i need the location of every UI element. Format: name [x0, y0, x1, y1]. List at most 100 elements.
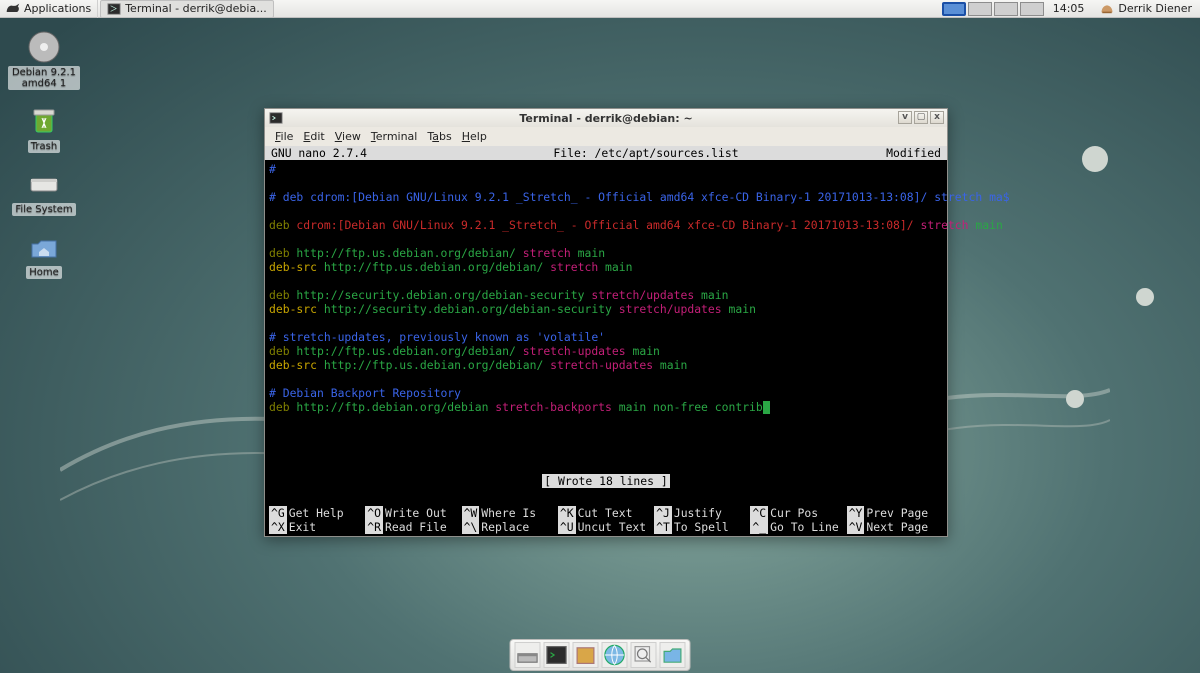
nano-line: deb cdrom:[Debian GNU/Linux 9.2.1 _Stret…: [269, 218, 943, 232]
menu-edit[interactable]: Edit: [299, 129, 328, 144]
menu-help[interactable]: Help: [458, 129, 491, 144]
shortcut-key: ^C: [750, 506, 768, 520]
shortcut-key: ^W: [462, 506, 480, 520]
nano-file: File: /etc/apt/sources.list: [445, 146, 847, 160]
menu-view[interactable]: View: [331, 129, 365, 144]
dock-directory[interactable]: [660, 642, 686, 668]
nano-shortcut: ^T To Spell: [654, 520, 750, 534]
shortcut-label: Next Page: [866, 520, 928, 534]
desktop-icon-label: File System: [12, 203, 75, 216]
menubar: File Edit View Terminal Tabs Help: [265, 127, 947, 146]
dock-show-desktop[interactable]: [515, 642, 541, 668]
shortcut-label: Go To Line: [770, 520, 839, 534]
nano-shortcut: ^Y Prev Page: [847, 506, 943, 520]
dock-appfinder[interactable]: [631, 642, 657, 668]
dock-file-manager[interactable]: [573, 642, 599, 668]
shortcut-label: Exit: [289, 520, 316, 534]
drive-icon: [27, 167, 61, 201]
desktop-icons: Debian 9.2.1 amd64 1 Trash File System H…: [8, 30, 80, 279]
desktop-icon-label: Debian 9.2.1 amd64 1: [8, 66, 80, 90]
shortcut-key: ^J: [654, 506, 672, 520]
taskbar-item-terminal[interactable]: ＞ Terminal - derrik@debia...: [100, 0, 274, 18]
shortcut-key: ^\: [462, 520, 480, 534]
workspace-4[interactable]: [1020, 2, 1044, 16]
user-menu[interactable]: Derrik Diener: [1092, 2, 1200, 15]
nano-shortcut: ^G Get Help: [269, 506, 365, 520]
search-icon: [632, 643, 656, 667]
shortcut-key: ^X: [269, 520, 287, 534]
shortcut-key: ^T: [654, 520, 672, 534]
nano-shortcut: ^W Where Is: [462, 506, 558, 520]
applications-menu[interactable]: Applications: [0, 0, 98, 18]
nano-shortcut: ^O Write Out: [365, 506, 461, 520]
shortcut-key: ^K: [558, 506, 576, 520]
dock-terminal[interactable]: [544, 642, 570, 668]
titlebar[interactable]: Terminal - derrik@debian: ~ v ▢ x: [265, 109, 947, 127]
maximize-button[interactable]: ▢: [914, 111, 928, 124]
shortcut-label: Justify: [674, 506, 722, 520]
shortcut-key: ^G: [269, 506, 287, 520]
nano-line: deb-src http://ftp.us.debian.org/debian/…: [269, 358, 943, 372]
desktop-icon-label: Trash: [28, 140, 60, 153]
top-panel: Applications ＞ Terminal - derrik@debia..…: [0, 0, 1200, 18]
desktop-icon-label: Home: [26, 266, 62, 279]
close-button[interactable]: x: [930, 111, 944, 124]
nano-shortcut: ^_ Go To Line: [750, 520, 846, 534]
nano-shortcuts: ^G Get Help^O Write Out^W Where Is^K Cut…: [265, 506, 947, 536]
menu-file[interactable]: File: [271, 129, 297, 144]
nano-status: [ Wrote 18 lines ]: [542, 474, 669, 488]
desktop-icon-trash[interactable]: Trash: [8, 104, 80, 153]
nano-shortcut: ^J Justify: [654, 506, 750, 520]
trash-icon: [27, 104, 61, 138]
nano-line: #: [269, 162, 276, 176]
shortcut-label: Prev Page: [866, 506, 928, 520]
workspace-1[interactable]: [942, 2, 966, 16]
desktop-icon-filesystem[interactable]: File System: [8, 167, 80, 216]
folder-icon: [574, 643, 598, 667]
menu-tabs[interactable]: Tabs: [423, 129, 455, 144]
nano-modified: Modified: [847, 146, 947, 160]
desktop-icon-disc[interactable]: Debian 9.2.1 amd64 1: [8, 30, 80, 90]
terminal-icon: [269, 111, 283, 125]
nano-line: # Debian Backport Repository: [269, 386, 461, 400]
user-icon: [1100, 3, 1114, 14]
shortcut-label: Cut Text: [578, 506, 633, 520]
dock-web-browser[interactable]: [602, 642, 628, 668]
clock[interactable]: 14:05: [1045, 2, 1093, 15]
shortcut-key: ^O: [365, 506, 383, 520]
menu-terminal[interactable]: Terminal: [367, 129, 422, 144]
desktop-icon-home[interactable]: Home: [8, 230, 80, 279]
terminal-content[interactable]: GNU nano 2.7.4 File: /etc/apt/sources.li…: [265, 146, 947, 536]
folder-home-icon: [27, 230, 61, 264]
shortcut-label: Cur Pos: [770, 506, 818, 520]
nano-shortcut: ^U Uncut Text: [558, 520, 654, 534]
user-name: Derrik Diener: [1118, 2, 1192, 15]
nano-shortcut: ^C Cur Pos: [750, 506, 846, 520]
shortcut-label: To Spell: [674, 520, 729, 534]
nano-line: deb-src http://security.debian.org/debia…: [269, 302, 943, 316]
shortcut-label: Get Help: [289, 506, 344, 520]
shortcut-key: ^V: [847, 520, 865, 534]
workspace-3[interactable]: [994, 2, 1018, 16]
nano-line: # deb cdrom:[Debian GNU/Linux 9.2.1 _Str…: [269, 190, 1010, 204]
nano-line: deb http://ftp.debian.org/debian stretch…: [269, 400, 943, 414]
shortcut-label: Uncut Text: [578, 520, 647, 534]
nano-line: deb-src http://ftp.us.debian.org/debian/…: [269, 260, 943, 274]
minimize-button[interactable]: v: [898, 111, 912, 124]
svg-text:＞: ＞: [110, 4, 118, 13]
desktop-icon: [516, 643, 540, 667]
nano-shortcut: ^\ Replace: [462, 520, 558, 534]
window-title: Terminal - derrik@debian: ~: [519, 112, 692, 125]
shortcut-key: ^Y: [847, 506, 865, 520]
shortcut-key: ^U: [558, 520, 576, 534]
shortcut-key: ^R: [365, 520, 383, 534]
applications-label: Applications: [24, 2, 91, 15]
disc-icon: [27, 30, 61, 64]
nano-line: deb http://security.debian.org/debian-se…: [269, 288, 943, 302]
terminal-icon: ＞: [107, 2, 121, 16]
globe-icon: [603, 643, 627, 667]
shortcut-label: Read File: [385, 520, 447, 534]
dock: [510, 639, 691, 671]
workspace-2[interactable]: [968, 2, 992, 16]
shortcut-label: Write Out: [385, 506, 447, 520]
